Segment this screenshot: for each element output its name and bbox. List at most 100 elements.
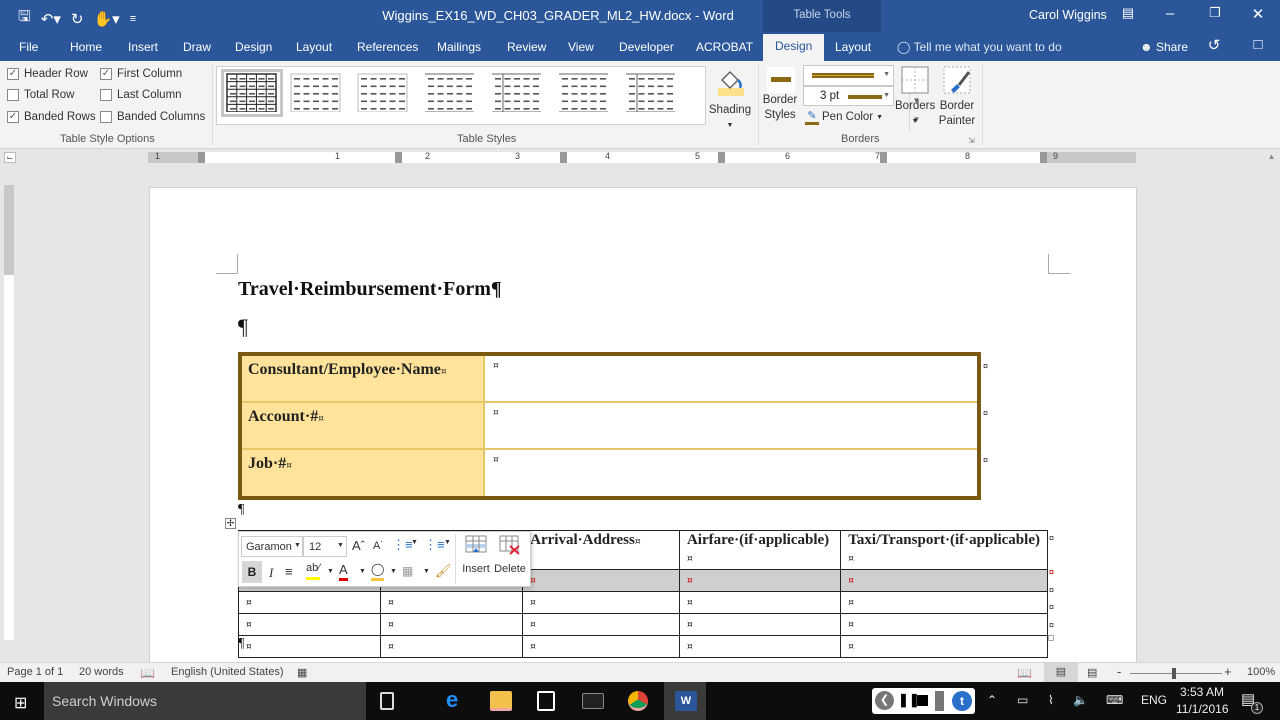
table-cell[interactable]: ¤ xyxy=(380,635,524,658)
font-color-icon[interactable]: A xyxy=(339,562,348,581)
table-cell[interactable]: ¤ xyxy=(678,613,842,636)
zoom-slider-thumb[interactable] xyxy=(1172,668,1176,679)
line-weight-dropdown[interactable]: 3 pt ▼ xyxy=(803,86,894,106)
search-windows-box[interactable]: Search Windows xyxy=(44,682,366,720)
grow-font-icon[interactable]: Aˆ xyxy=(352,538,365,553)
bullets-icon[interactable]: ⋮≡ xyxy=(392,537,413,553)
table-cell[interactable]: ¤ xyxy=(840,591,1048,614)
font-size-dropdown[interactable]: 12 ▼ xyxy=(303,536,347,557)
table-cell-value[interactable]: ¤ xyxy=(487,356,977,401)
table-cell[interactable]: ¤ xyxy=(840,613,1048,636)
table-cell[interactable]: ¤ xyxy=(237,613,382,636)
tab-review[interactable]: Review xyxy=(507,40,546,54)
tab-design[interactable]: Design xyxy=(235,40,272,54)
comments-icon[interactable]: □ xyxy=(1243,36,1273,53)
table-cell-label[interactable]: Consultant/Employee·Name¤ xyxy=(242,356,485,401)
borders-icon[interactable]: ▦ xyxy=(402,564,413,578)
delete-table-button[interactable]: Delete xyxy=(491,535,529,575)
table-cell[interactable]: ¤ xyxy=(678,635,842,658)
tab-references[interactable]: References xyxy=(357,40,418,54)
windows-start-icon[interactable]: ⊞ xyxy=(14,693,27,713)
cmd-icon[interactable] xyxy=(582,693,604,709)
read-mode-icon[interactable]: 📖 xyxy=(1017,666,1032,680)
tab-table-design[interactable]: Design xyxy=(763,34,825,61)
recorder-logo-icon[interactable]: t xyxy=(952,691,972,711)
table-cell[interactable]: ¤ xyxy=(840,635,1048,658)
table-cell[interactable]: ¤ xyxy=(522,569,680,592)
table-cell[interactable]: ¤ xyxy=(678,591,842,614)
format-painter-icon[interactable]: 🖌 xyxy=(435,563,452,579)
tab-table-layout[interactable]: Layout xyxy=(835,40,871,54)
tab-view[interactable]: View xyxy=(568,40,594,54)
chrome-icon[interactable] xyxy=(628,691,648,711)
table-cell[interactable]: ¤ xyxy=(678,569,842,592)
table-cell[interactable]: ¤ xyxy=(522,591,680,614)
tab-draw[interactable]: Draw xyxy=(183,40,211,54)
table-style-thumbnail[interactable] xyxy=(221,69,283,117)
bold-button[interactable]: B xyxy=(242,561,262,583)
history-icon[interactable]: ↺ xyxy=(1199,36,1229,54)
column-marker[interactable] xyxy=(718,152,725,163)
table-move-handle-icon[interactable]: ✢ xyxy=(225,518,236,529)
zoom-level[interactable]: 100% xyxy=(1247,666,1275,678)
table-cell[interactable]: ¤ xyxy=(237,635,382,658)
close-icon[interactable]: ✕ xyxy=(1243,5,1273,23)
tab-developer[interactable]: Developer xyxy=(619,40,674,54)
column-marker[interactable] xyxy=(1040,152,1047,163)
table-cell[interactable]: ¤ xyxy=(840,569,1048,592)
store-icon[interactable] xyxy=(537,691,555,711)
banded-rows-checkbox[interactable]: ✓ Banded Rows xyxy=(7,111,96,123)
shading-button[interactable]: Shading ▼ xyxy=(708,66,752,133)
tab-file[interactable]: File xyxy=(19,40,38,54)
print-layout-icon[interactable]: ▤ xyxy=(1044,663,1078,682)
info-table[interactable]: Consultant/Employee·Name¤ ¤ Account·#¤ ¤… xyxy=(238,352,981,500)
pen-color-button[interactable]: ✎ Pen Color ▼ xyxy=(805,110,883,125)
tab-selector-icon[interactable]: ⌙ xyxy=(4,152,16,163)
wifi-icon[interactable]: ⌇ xyxy=(1048,693,1054,707)
shrink-font-icon[interactable]: A˙ xyxy=(373,540,384,552)
zoom-in-button[interactable]: + xyxy=(1224,664,1232,679)
tab-acrobat[interactable]: ACROBAT xyxy=(696,40,753,54)
table-resize-handle[interactable] xyxy=(1048,635,1054,641)
header-cell-airfare[interactable]: Airfare·(if·applicable) ¤ xyxy=(678,530,842,570)
table-cell[interactable]: ¤ xyxy=(380,613,524,636)
table-style-thumbnail[interactable] xyxy=(355,72,417,120)
header-cell-taxi-transport[interactable]: Taxi/Transport·(if·applicable) ¤ xyxy=(840,530,1048,570)
numbering-icon[interactable]: ⋮≡ xyxy=(424,537,445,553)
minimize-icon[interactable]: – xyxy=(1155,5,1185,22)
clock-date[interactable]: 11/1/2016 xyxy=(1176,702,1229,716)
stop-icon[interactable] xyxy=(917,695,928,706)
battery-icon[interactable]: ▭ xyxy=(1017,693,1028,707)
keyboard-icon[interactable]: ⌨ xyxy=(1106,693,1123,707)
back-icon[interactable]: ❮ xyxy=(875,691,894,710)
font-name-dropdown[interactable]: Garamon ▼ xyxy=(241,536,303,557)
borders-button[interactable]: Borders ▼ xyxy=(895,66,935,129)
document-heading[interactable]: Travel·Reimbursement·Form¶ xyxy=(238,278,502,301)
table-cell[interactable]: ¤ xyxy=(380,591,524,614)
table-style-thumbnail[interactable] xyxy=(623,72,685,120)
table-style-thumbnail[interactable] xyxy=(422,72,484,120)
line-style-dropdown[interactable]: ▼ xyxy=(803,65,894,86)
table-cell[interactable]: ¤ xyxy=(522,613,680,636)
column-marker[interactable] xyxy=(395,152,402,163)
tab-mailings[interactable]: Mailings xyxy=(437,40,481,54)
column-marker[interactable] xyxy=(198,152,205,163)
tab-layout[interactable]: Layout xyxy=(296,40,332,54)
user-name[interactable]: Carol Wiggins xyxy=(1029,8,1107,22)
borders-dialog-launcher-icon[interactable]: ⇲ xyxy=(968,136,975,145)
shading-icon[interactable]: ◯ xyxy=(371,562,385,581)
language[interactable]: English (United States) xyxy=(171,666,284,678)
restore-icon[interactable]: ❐ xyxy=(1200,5,1230,21)
proofing-icon[interactable]: 📖 xyxy=(140,666,155,680)
italic-button[interactable]: I xyxy=(269,565,273,581)
total-row-checkbox[interactable]: Total Row xyxy=(7,89,75,101)
tab-insert[interactable]: Insert xyxy=(128,40,158,54)
ribbon-display-options-icon[interactable]: ▤ xyxy=(1113,5,1143,21)
vertical-scrollbar[interactable]: ▲ xyxy=(1263,149,1280,662)
zoom-slider[interactable] xyxy=(1130,673,1222,674)
show-hidden-icons[interactable]: ⌃ xyxy=(987,693,997,707)
header-cell-arrival-address[interactable]: Arrival·Address¤ xyxy=(522,530,680,570)
macro-recording-icon[interactable]: ▦ xyxy=(297,666,307,679)
input-language[interactable]: ENG xyxy=(1141,693,1167,707)
center-align-icon[interactable]: ≡ xyxy=(285,564,293,579)
